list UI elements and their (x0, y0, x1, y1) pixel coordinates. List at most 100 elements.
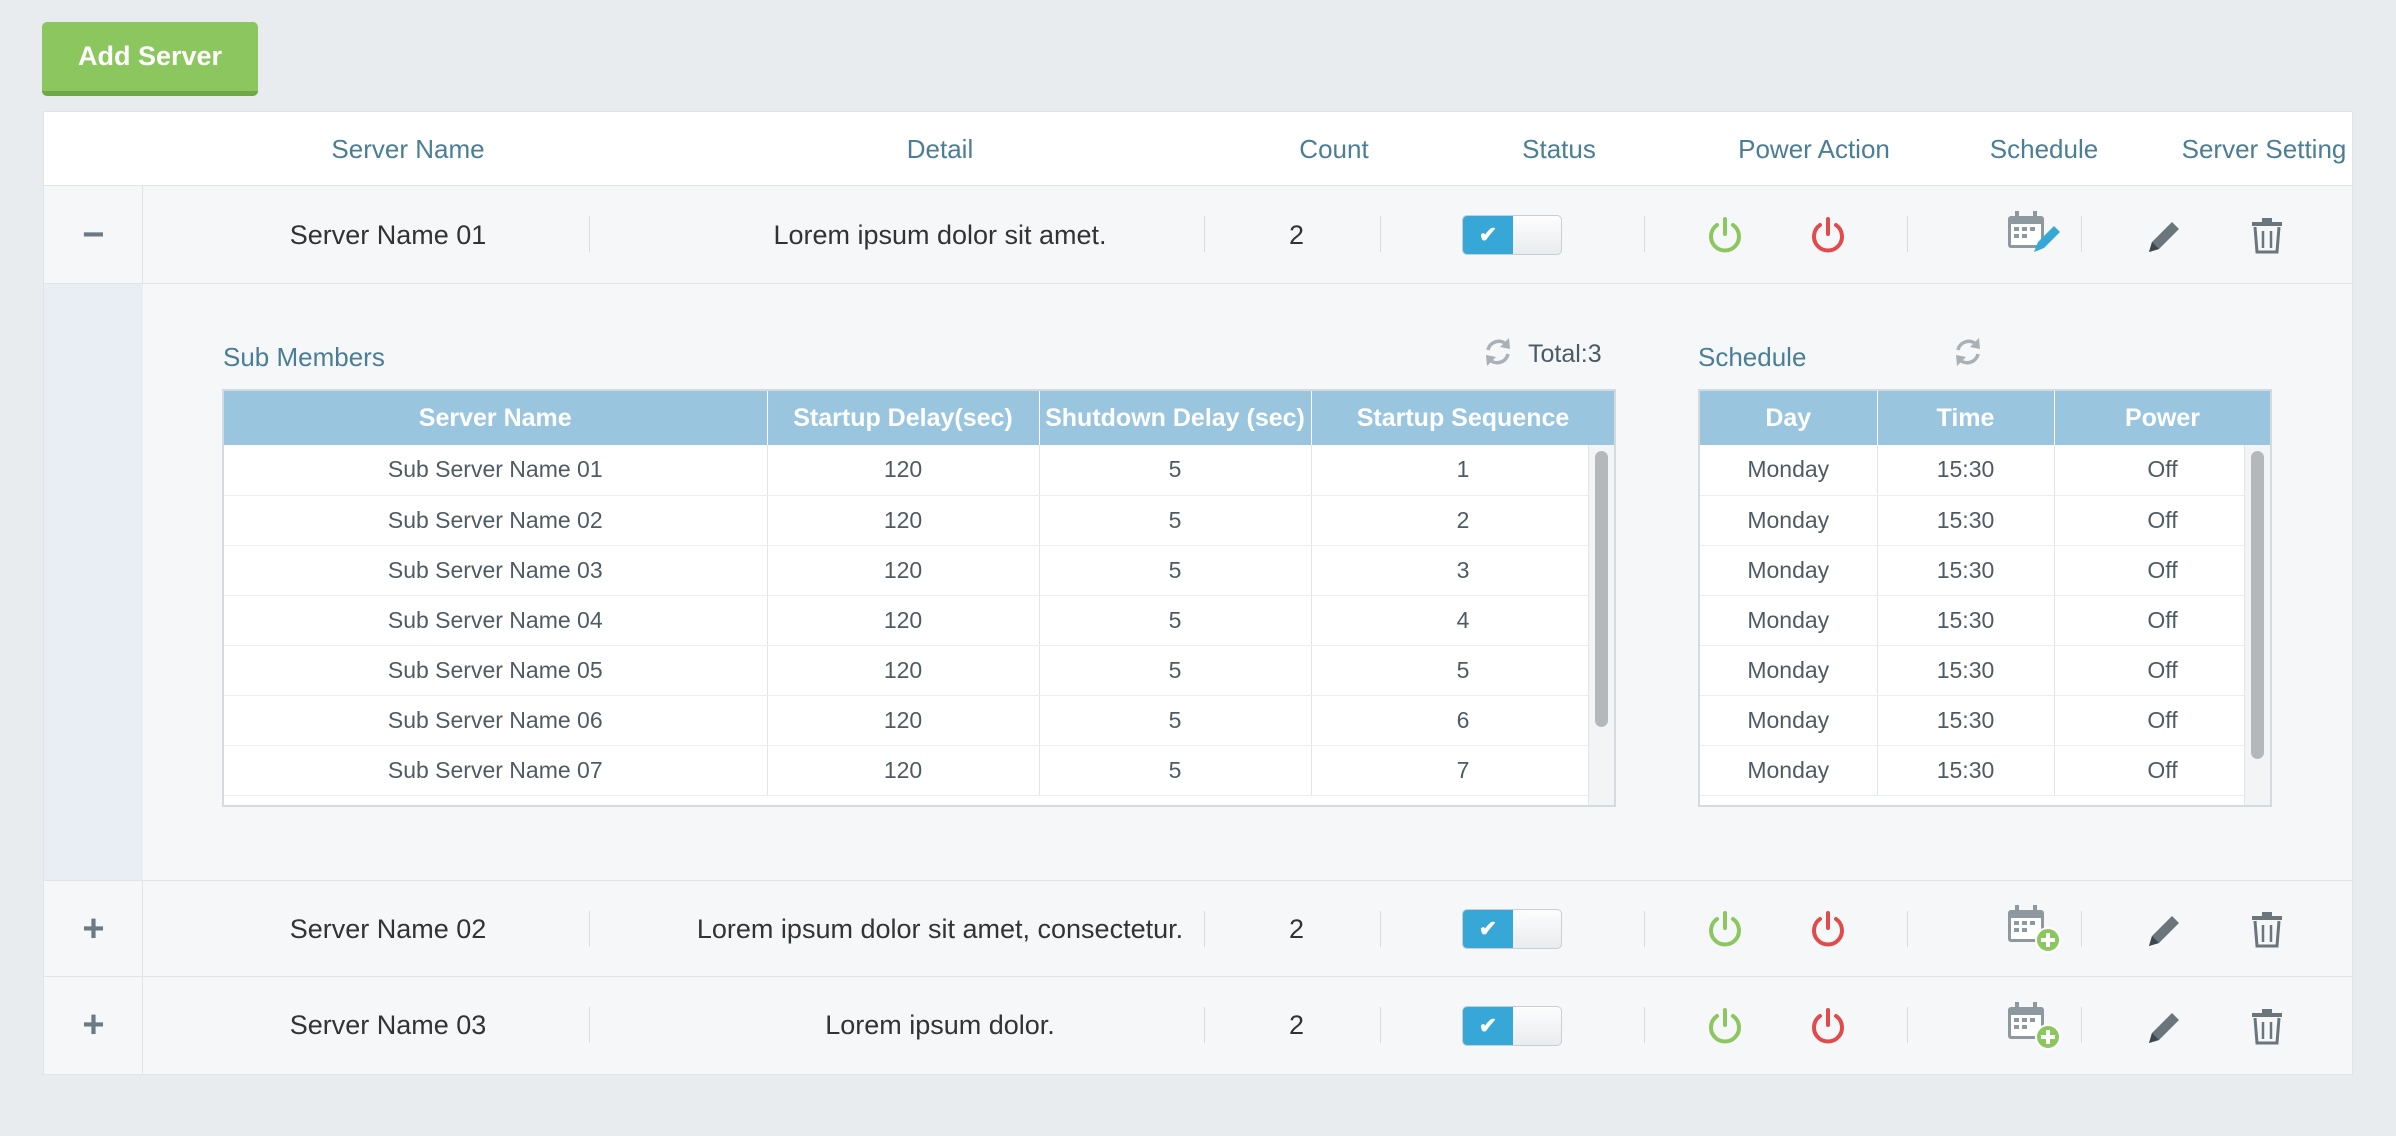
table-row[interactable]: Sub Server Name 05 120 5 5 (224, 645, 1614, 696)
power-off-icon[interactable] (1808, 215, 1848, 255)
table-cell: Sub Server Name 01 (224, 445, 768, 496)
table-cell: 5 (1311, 645, 1614, 696)
table-cell: Sub Server Name 06 (224, 695, 768, 746)
server-name: Server Name 01 (289, 220, 487, 250)
power-off-icon[interactable] (1808, 1006, 1848, 1046)
plus-icon: + (82, 1004, 105, 1046)
table-cell: 4 (1311, 595, 1614, 646)
table-row[interactable]: Sub Server Name 04 120 5 4 (224, 595, 1614, 646)
table-cell: Monday (1700, 545, 1878, 596)
column-header[interactable]: Time (1877, 391, 2055, 445)
table-row[interactable]: Monday 15:30 Off (1700, 695, 2270, 746)
pencil-icon[interactable] (2145, 216, 2185, 256)
pencil-icon[interactable] (2145, 910, 2185, 950)
status-toggle[interactable]: ✔ (1462, 215, 1562, 255)
table-cell: Off (2054, 445, 2270, 496)
table-cell: 5 (1039, 695, 1312, 746)
table-row[interactable]: Monday 15:30 Off (1700, 645, 2270, 696)
header-count: Count (1299, 134, 1369, 164)
column-header[interactable]: Server Name (224, 391, 768, 445)
header-status: Status (1522, 134, 1596, 164)
table-cell: 1 (1311, 445, 1614, 496)
column-header[interactable]: Startup Sequence (1311, 391, 1614, 445)
power-off-icon[interactable] (1808, 909, 1848, 949)
scrollbar-thumb[interactable] (1595, 451, 1608, 727)
trash-icon[interactable] (2249, 215, 2285, 255)
header-server-setting: Server Setting (2181, 134, 2347, 164)
calendar-edit-icon[interactable] (2004, 208, 2064, 258)
collapse-toggle[interactable]: − (44, 186, 143, 283)
table-cell: Off (2054, 695, 2270, 746)
status-toggle[interactable]: ✔ (1462, 1006, 1562, 1046)
server-count: 2 (1288, 1010, 1305, 1040)
table-cell: 15:30 (1877, 495, 2055, 546)
table-header: Server Name Detail Count Status Power Ac… (44, 112, 2352, 186)
table-cell: Sub Server Name 07 (224, 745, 768, 796)
refresh-icon[interactable] (1952, 336, 1984, 368)
server-detail: Lorem ipsum dolor sit amet. (773, 220, 1107, 250)
table-row[interactable]: Sub Server Name 06 120 5 6 (224, 695, 1614, 746)
table-cell: 15:30 (1877, 745, 2055, 796)
server-list-panel: Server Name Detail Count Status Power Ac… (43, 111, 2353, 1075)
server-row-03: + Server Name 03 Lorem ipsum dolor. 2 ✔ (44, 977, 2352, 1074)
table-cell: 5 (1039, 595, 1312, 646)
power-on-icon[interactable] (1705, 215, 1745, 255)
table-cell: Sub Server Name 02 (224, 495, 768, 546)
table-row[interactable]: Monday 15:30 Off (1700, 445, 2270, 496)
pencil-icon[interactable] (2145, 1007, 2185, 1047)
table-row[interactable]: Monday 15:30 Off (1700, 595, 2270, 646)
table-row[interactable]: Sub Server Name 01 120 5 1 (224, 445, 1614, 496)
table-row[interactable]: Monday 15:30 Off (1700, 545, 2270, 596)
status-toggle[interactable]: ✔ (1462, 909, 1562, 949)
trash-icon[interactable] (2249, 909, 2285, 949)
calendar-add-icon[interactable] (2004, 999, 2064, 1051)
table-row[interactable]: Monday 15:30 Off (1700, 495, 2270, 546)
schedule-table: Day Time Power Monday 15:30 Off Monday 15:30… (1698, 389, 2272, 807)
expand-toggle[interactable]: + (44, 977, 143, 1074)
divider (1380, 216, 1381, 252)
table-cell: 5 (1039, 495, 1312, 546)
scrollbar[interactable] (1588, 445, 1614, 805)
add-server-button[interactable]: Add Server (42, 22, 258, 96)
divider (2081, 1007, 2082, 1043)
column-header[interactable]: Power (2054, 391, 2270, 445)
table-cell: 5 (1039, 645, 1312, 696)
divider (1380, 911, 1381, 947)
column-header[interactable]: Startup Delay(sec) (767, 391, 1040, 445)
table-cell: 15:30 (1877, 545, 2055, 596)
expand-toggle[interactable]: + (44, 881, 143, 976)
table-cell: Off (2054, 495, 2270, 546)
table-cell: Off (2054, 595, 2270, 646)
table-row[interactable]: Sub Server Name 02 120 5 2 (224, 495, 1614, 546)
column-header[interactable]: Shutdown Delay (sec) (1039, 391, 1312, 445)
sub-members-title: Sub Members (223, 342, 385, 372)
server-detail: Lorem ipsum dolor. (825, 1010, 1055, 1040)
table-cell: 6 (1311, 695, 1614, 746)
refresh-icon[interactable] (1482, 336, 1514, 368)
table-cell: 120 (767, 445, 1040, 496)
table-row[interactable]: Sub Server Name 07 120 5 7 (224, 745, 1614, 796)
column-header[interactable]: Day (1700, 391, 1878, 445)
calendar-add-icon[interactable] (2004, 902, 2064, 954)
scrollbar[interactable] (2244, 445, 2270, 805)
divider (1380, 1007, 1381, 1043)
table-cell: 120 (767, 745, 1040, 796)
table-cell: 15:30 (1877, 645, 2055, 696)
table-row[interactable]: Sub Server Name 03 120 5 3 (224, 545, 1614, 596)
divider (2081, 216, 2082, 252)
check-icon: ✔ (1463, 910, 1513, 948)
table-row[interactable]: Monday 15:30 Off (1700, 745, 2270, 796)
power-on-icon[interactable] (1705, 909, 1745, 949)
table-cell: 15:30 (1877, 595, 2055, 646)
server-detail: Lorem ipsum dolor sit amet, consectetur. (696, 914, 1184, 944)
table-cell: Monday (1700, 695, 1878, 746)
power-on-icon[interactable] (1705, 1006, 1745, 1046)
sub-members-total: Total:3 (1528, 340, 1602, 368)
scrollbar-thumb[interactable] (2251, 451, 2264, 759)
table-cell: 5 (1039, 545, 1312, 596)
table-cell: 120 (767, 595, 1040, 646)
trash-icon[interactable] (2249, 1006, 2285, 1046)
table-cell: 5 (1039, 445, 1312, 496)
server-count: 2 (1288, 220, 1305, 250)
server-row-01: − Server Name 01 Lorem ipsum dolor sit a… (44, 186, 2352, 284)
